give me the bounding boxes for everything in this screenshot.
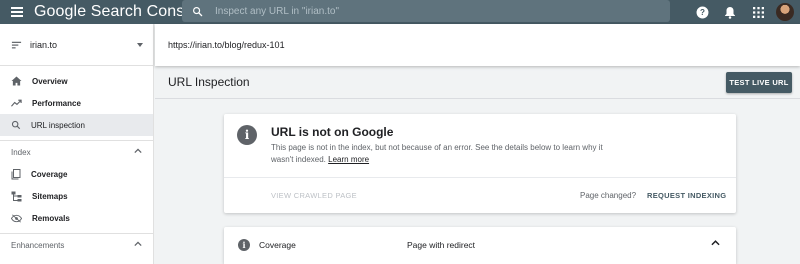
inspected-url-bar[interactable]: https://irian.to/blog/redux-101 — [155, 24, 800, 66]
section-title: Enhancements — [11, 240, 65, 250]
divider — [155, 98, 800, 99]
sidebar-item-url-inspection[interactable]: URL inspection — [0, 114, 153, 136]
top-bar: Google Search Console Inspect any URL in… — [0, 0, 800, 24]
coverage-row[interactable]: i Coverage Page with redirect — [224, 227, 736, 264]
sidebar-item-removals[interactable]: Removals — [0, 207, 153, 229]
test-live-url-button[interactable]: TEST LIVE URL — [726, 72, 792, 93]
sidebar-item-label: Overview — [32, 76, 68, 86]
section-title: Index — [11, 147, 31, 157]
sidebar-item-label: Sitemaps — [32, 191, 68, 201]
chevron-up-icon — [134, 148, 142, 154]
page-title: URL Inspection — [168, 75, 250, 89]
sidebar: irian.to Overview Performance URL inspec… — [0, 24, 154, 264]
divider — [224, 177, 736, 178]
sidebar-item-label: Performance — [32, 98, 81, 108]
chevron-down-icon — [137, 43, 143, 47]
page-changed-label: Page changed? — [580, 191, 637, 200]
help-icon[interactable]: ? — [688, 0, 716, 24]
sidebar-item-overview[interactable]: Overview — [0, 70, 153, 92]
status-card: i URL is not on Google This page is not … — [224, 114, 736, 213]
property-name: irian.to — [30, 39, 58, 50]
property-icon — [11, 41, 22, 49]
sidebar-item-sitemaps[interactable]: Sitemaps — [0, 185, 153, 207]
search-placeholder: Inspect any URL in "irian.to" — [215, 5, 340, 17]
removals-icon — [11, 213, 22, 223]
sidebar-item-performance[interactable]: Performance — [0, 92, 153, 114]
chevron-up-icon — [134, 241, 142, 247]
notifications-icon[interactable] — [716, 0, 744, 24]
section-index[interactable]: Index — [0, 141, 153, 163]
sitemap-icon — [11, 191, 22, 201]
info-icon: i — [237, 125, 257, 145]
status-description: This page is not in the index, but not b… — [271, 142, 611, 166]
header-actions: ? — [688, 0, 800, 24]
coverage-value: Page with redirect — [407, 240, 476, 250]
app-title: Google Search Console — [34, 3, 206, 20]
status-description-text: This page is not in the index, but not b… — [271, 143, 603, 164]
sidebar-item-coverage[interactable]: Coverage — [0, 163, 153, 185]
property-selector[interactable]: irian.to — [0, 24, 153, 66]
info-icon: i — [238, 239, 250, 251]
learn-more-link[interactable]: Learn more — [328, 155, 369, 164]
inspected-url: https://irian.to/blog/redux-101 — [168, 40, 285, 50]
home-icon — [11, 76, 22, 86]
view-crawled-page-button[interactable]: VIEW CRAWLED PAGE — [271, 191, 357, 200]
status-title: URL is not on Google — [271, 125, 394, 139]
search-input[interactable]: Inspect any URL in "irian.to" — [182, 0, 670, 22]
coverage-label: Coverage — [259, 240, 296, 250]
request-indexing-button[interactable]: REQUEST INDEXING — [647, 191, 726, 200]
apps-icon[interactable] — [744, 0, 772, 24]
coverage-icon — [11, 168, 21, 179]
section-enhancements[interactable]: Enhancements — [0, 234, 153, 256]
svg-text:?: ? — [700, 8, 705, 17]
search-icon — [11, 120, 21, 130]
chevron-up-icon[interactable] — [711, 240, 720, 246]
sidebar-item-label: Coverage — [31, 169, 68, 179]
menu-icon[interactable] — [0, 0, 34, 24]
avatar[interactable] — [776, 3, 794, 21]
sidebar-item-label: Removals — [32, 213, 70, 223]
sidebar-item-label: URL inspection — [31, 120, 85, 130]
search-icon — [193, 6, 203, 16]
trending-icon — [11, 99, 22, 107]
